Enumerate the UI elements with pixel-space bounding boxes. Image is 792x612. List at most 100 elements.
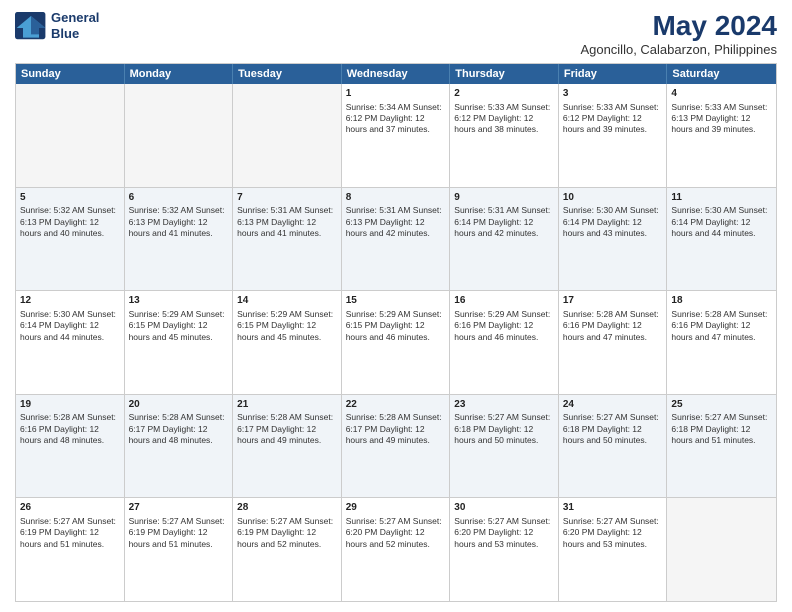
cell-info: Sunrise: 5:29 AM Sunset: 6:15 PM Dayligh… [237,309,337,343]
cell-info: Sunrise: 5:27 AM Sunset: 6:20 PM Dayligh… [454,516,554,550]
calendar-cell: 1Sunrise: 5:34 AM Sunset: 6:12 PM Daylig… [342,84,451,187]
calendar-cell [233,84,342,187]
calendar-cell [16,84,125,187]
cell-info: Sunrise: 5:33 AM Sunset: 6:13 PM Dayligh… [671,102,772,136]
calendar-cell: 2Sunrise: 5:33 AM Sunset: 6:12 PM Daylig… [450,84,559,187]
cell-info: Sunrise: 5:27 AM Sunset: 6:20 PM Dayligh… [346,516,446,550]
cell-info: Sunrise: 5:31 AM Sunset: 6:13 PM Dayligh… [237,205,337,239]
cell-date: 5 [20,191,120,205]
logo: General Blue [15,10,99,41]
calendar-cell: 5Sunrise: 5:32 AM Sunset: 6:13 PM Daylig… [16,188,125,291]
cell-date: 28 [237,501,337,515]
calendar-cell: 17Sunrise: 5:28 AM Sunset: 6:16 PM Dayli… [559,291,668,394]
calendar-body: 1Sunrise: 5:34 AM Sunset: 6:12 PM Daylig… [16,84,776,601]
day-header-saturday: Saturday [667,64,776,84]
cell-date: 11 [671,191,772,205]
cell-date: 29 [346,501,446,515]
subtitle: Agoncillo, Calabarzon, Philippines [580,42,777,57]
cell-info: Sunrise: 5:27 AM Sunset: 6:18 PM Dayligh… [671,412,772,446]
cell-date: 9 [454,191,554,205]
title-section: May 2024 Agoncillo, Calabarzon, Philippi… [580,10,777,57]
cell-date: 3 [563,87,663,101]
day-header-thursday: Thursday [450,64,559,84]
cell-date: 24 [563,398,663,412]
logo-text: General Blue [51,10,99,41]
cell-info: Sunrise: 5:33 AM Sunset: 6:12 PM Dayligh… [454,102,554,136]
cell-info: Sunrise: 5:27 AM Sunset: 6:20 PM Dayligh… [563,516,663,550]
calendar: SundayMondayTuesdayWednesdayThursdayFrid… [15,63,777,602]
day-header-sunday: Sunday [16,64,125,84]
cell-date: 4 [671,87,772,101]
cell-date: 14 [237,294,337,308]
logo-icon [15,12,47,40]
calendar-cell: 14Sunrise: 5:29 AM Sunset: 6:15 PM Dayli… [233,291,342,394]
cell-info: Sunrise: 5:28 AM Sunset: 6:16 PM Dayligh… [20,412,120,446]
page: General Blue May 2024 Agoncillo, Calabar… [0,0,792,612]
cell-info: Sunrise: 5:28 AM Sunset: 6:17 PM Dayligh… [129,412,229,446]
main-title: May 2024 [580,10,777,42]
cell-info: Sunrise: 5:27 AM Sunset: 6:19 PM Dayligh… [20,516,120,550]
cell-date: 26 [20,501,120,515]
cell-date: 10 [563,191,663,205]
calendar-row: 1Sunrise: 5:34 AM Sunset: 6:12 PM Daylig… [16,84,776,188]
cell-date: 12 [20,294,120,308]
calendar-cell: 29Sunrise: 5:27 AM Sunset: 6:20 PM Dayli… [342,498,451,601]
cell-date: 25 [671,398,772,412]
cell-info: Sunrise: 5:27 AM Sunset: 6:19 PM Dayligh… [237,516,337,550]
cell-info: Sunrise: 5:29 AM Sunset: 6:15 PM Dayligh… [346,309,446,343]
calendar-cell: 12Sunrise: 5:30 AM Sunset: 6:14 PM Dayli… [16,291,125,394]
calendar-row: 5Sunrise: 5:32 AM Sunset: 6:13 PM Daylig… [16,188,776,292]
cell-info: Sunrise: 5:27 AM Sunset: 6:19 PM Dayligh… [129,516,229,550]
cell-date: 16 [454,294,554,308]
cell-info: Sunrise: 5:29 AM Sunset: 6:16 PM Dayligh… [454,309,554,343]
cell-info: Sunrise: 5:30 AM Sunset: 6:14 PM Dayligh… [563,205,663,239]
cell-date: 19 [20,398,120,412]
cell-info: Sunrise: 5:31 AM Sunset: 6:14 PM Dayligh… [454,205,554,239]
cell-info: Sunrise: 5:33 AM Sunset: 6:12 PM Dayligh… [563,102,663,136]
calendar-cell: 10Sunrise: 5:30 AM Sunset: 6:14 PM Dayli… [559,188,668,291]
cell-date: 18 [671,294,772,308]
calendar-cell: 6Sunrise: 5:32 AM Sunset: 6:13 PM Daylig… [125,188,234,291]
cell-date: 13 [129,294,229,308]
cell-info: Sunrise: 5:28 AM Sunset: 6:17 PM Dayligh… [346,412,446,446]
calendar-cell: 4Sunrise: 5:33 AM Sunset: 6:13 PM Daylig… [667,84,776,187]
cell-date: 1 [346,87,446,101]
calendar-cell: 3Sunrise: 5:33 AM Sunset: 6:12 PM Daylig… [559,84,668,187]
cell-info: Sunrise: 5:29 AM Sunset: 6:15 PM Dayligh… [129,309,229,343]
calendar-cell: 31Sunrise: 5:27 AM Sunset: 6:20 PM Dayli… [559,498,668,601]
cell-info: Sunrise: 5:30 AM Sunset: 6:14 PM Dayligh… [20,309,120,343]
cell-info: Sunrise: 5:28 AM Sunset: 6:17 PM Dayligh… [237,412,337,446]
calendar-cell: 9Sunrise: 5:31 AM Sunset: 6:14 PM Daylig… [450,188,559,291]
cell-info: Sunrise: 5:30 AM Sunset: 6:14 PM Dayligh… [671,205,772,239]
cell-info: Sunrise: 5:31 AM Sunset: 6:13 PM Dayligh… [346,205,446,239]
calendar-row: 26Sunrise: 5:27 AM Sunset: 6:19 PM Dayli… [16,498,776,601]
calendar-cell: 15Sunrise: 5:29 AM Sunset: 6:15 PM Dayli… [342,291,451,394]
cell-date: 27 [129,501,229,515]
day-headers: SundayMondayTuesdayWednesdayThursdayFrid… [16,64,776,84]
calendar-cell: 19Sunrise: 5:28 AM Sunset: 6:16 PM Dayli… [16,395,125,498]
calendar-cell: 8Sunrise: 5:31 AM Sunset: 6:13 PM Daylig… [342,188,451,291]
calendar-cell: 26Sunrise: 5:27 AM Sunset: 6:19 PM Dayli… [16,498,125,601]
cell-info: Sunrise: 5:27 AM Sunset: 6:18 PM Dayligh… [563,412,663,446]
calendar-cell: 24Sunrise: 5:27 AM Sunset: 6:18 PM Dayli… [559,395,668,498]
cell-date: 31 [563,501,663,515]
calendar-cell: 13Sunrise: 5:29 AM Sunset: 6:15 PM Dayli… [125,291,234,394]
cell-info: Sunrise: 5:28 AM Sunset: 6:16 PM Dayligh… [671,309,772,343]
day-header-tuesday: Tuesday [233,64,342,84]
day-header-friday: Friday [559,64,668,84]
calendar-cell: 30Sunrise: 5:27 AM Sunset: 6:20 PM Dayli… [450,498,559,601]
cell-info: Sunrise: 5:27 AM Sunset: 6:18 PM Dayligh… [454,412,554,446]
calendar-cell: 21Sunrise: 5:28 AM Sunset: 6:17 PM Dayli… [233,395,342,498]
cell-info: Sunrise: 5:32 AM Sunset: 6:13 PM Dayligh… [129,205,229,239]
cell-info: Sunrise: 5:32 AM Sunset: 6:13 PM Dayligh… [20,205,120,239]
calendar-cell [667,498,776,601]
cell-date: 22 [346,398,446,412]
cell-date: 2 [454,87,554,101]
calendar-cell: 28Sunrise: 5:27 AM Sunset: 6:19 PM Dayli… [233,498,342,601]
header: General Blue May 2024 Agoncillo, Calabar… [15,10,777,57]
cell-date: 8 [346,191,446,205]
cell-date: 17 [563,294,663,308]
calendar-cell: 11Sunrise: 5:30 AM Sunset: 6:14 PM Dayli… [667,188,776,291]
calendar-cell: 18Sunrise: 5:28 AM Sunset: 6:16 PM Dayli… [667,291,776,394]
cell-date: 30 [454,501,554,515]
